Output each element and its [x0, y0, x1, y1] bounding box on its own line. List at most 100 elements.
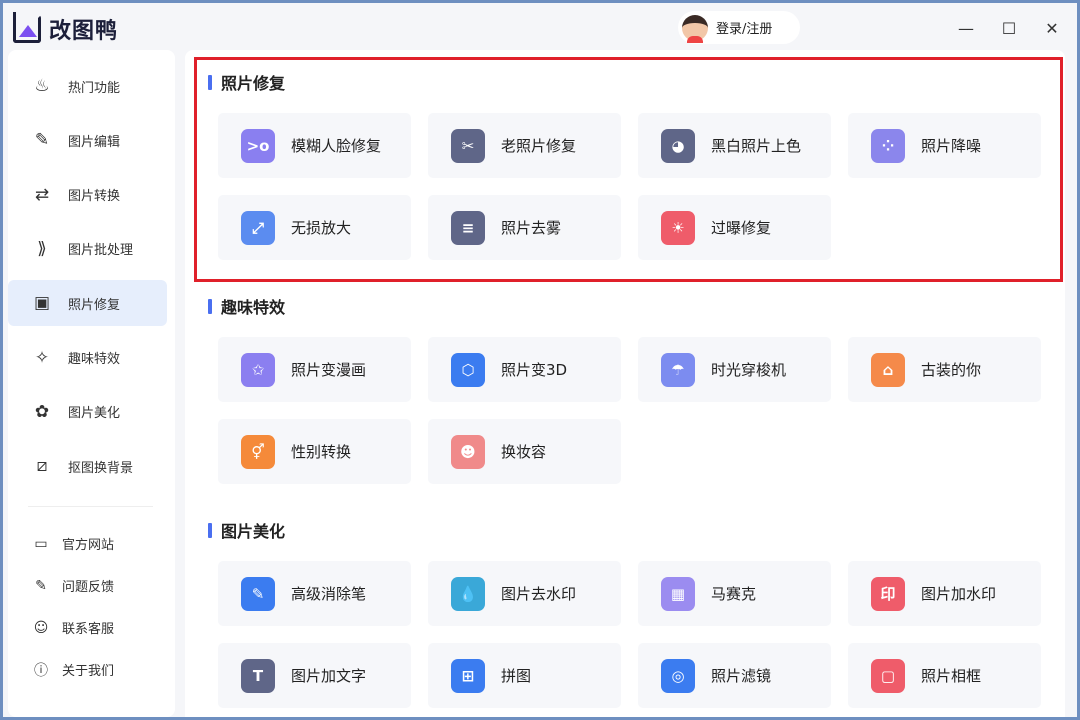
- feature-icon: ⌂: [871, 353, 905, 387]
- main-content: 照片修复>o模糊人脸修复✂老照片修复◕黑白照片上色⁘照片降噪⤢无损放大≡照片去雾…: [185, 50, 1065, 717]
- feature-icon: ⊞: [451, 659, 485, 693]
- feature-label: 老照片修复: [501, 135, 576, 156]
- feature-icon: ◕: [661, 129, 695, 163]
- info-icon: ⓘ: [32, 661, 50, 679]
- sidebar-link[interactable]: ✎ 问题反馈: [32, 576, 114, 595]
- sidebar-link[interactable]: ▭ 官方网站: [32, 534, 114, 553]
- app-title: 改图鸭: [49, 13, 118, 45]
- feature-icon: ⚥: [241, 435, 275, 469]
- feature-label: 时光穿梭机: [711, 359, 786, 380]
- sidebar-item-label: 抠图换背景: [68, 457, 133, 476]
- sidebar-link-label: 官方网站: [62, 534, 114, 553]
- feature-label: 高级消除笔: [291, 583, 366, 604]
- feature-card[interactable]: ☀过曝修复: [638, 195, 831, 260]
- feature-label: 性别转换: [291, 441, 351, 462]
- section-title: 图片美化: [208, 518, 285, 542]
- feature-card[interactable]: ⁘照片降噪: [848, 113, 1041, 178]
- feature-icon: ✂: [451, 129, 485, 163]
- feature-icon: ✩: [241, 353, 275, 387]
- feature-card[interactable]: ≡ 照片去雾: [428, 195, 621, 260]
- magic-wand-icon: ✧: [30, 346, 54, 370]
- feature-card[interactable]: ✂ 老照片修复: [428, 113, 621, 178]
- feedback-icon: ✎: [32, 577, 50, 595]
- sidebar-item[interactable]: ⟫图片批处理: [8, 226, 167, 272]
- app-window: 改图鸭 登录/注册 — ☐ ✕ ♨热门功能✎图片编辑⇄图片转换⟫图片批处理▣照片…: [3, 3, 1077, 717]
- app-logo: 改图鸭: [13, 13, 118, 45]
- sidebar-item[interactable]: ✎ 图片编辑: [8, 117, 167, 163]
- feature-label: 图片加文字: [291, 665, 366, 686]
- feature-label: 照片滤镜: [711, 665, 771, 686]
- feature-icon: ✎: [241, 577, 275, 611]
- feature-card[interactable]: 💧 图片去水印: [428, 561, 621, 626]
- feature-icon: ▦: [661, 577, 695, 611]
- feature-card[interactable]: ✩照片变漫画: [218, 337, 411, 402]
- monitor-icon: ▭: [32, 535, 50, 553]
- sidebar-item[interactable]: ♨热门功能: [8, 63, 167, 109]
- sidebar-divider: [28, 506, 153, 507]
- feature-card[interactable]: ◎ 照片滤镜: [638, 643, 831, 708]
- sidebar-item-label: 图片编辑: [68, 131, 120, 150]
- sidebar-link[interactable]: ☺ 联系客服: [32, 618, 114, 637]
- feature-card[interactable]: ▦ 马赛克: [638, 561, 831, 626]
- feature-card[interactable]: ⬡照片变3D: [428, 337, 621, 402]
- sidebar-item-label: 趣味特效: [68, 348, 120, 367]
- feature-icon: ⤢: [241, 211, 275, 245]
- maximize-button[interactable]: ☐: [996, 15, 1022, 41]
- support-icon: ☺: [32, 619, 50, 637]
- feature-card[interactable]: ⊞ 拼图: [428, 643, 621, 708]
- feature-icon: T: [241, 659, 275, 693]
- image-edit-icon: ✎: [30, 128, 54, 152]
- feature-icon: 印: [871, 577, 905, 611]
- feature-card[interactable]: ☂时光穿梭机: [638, 337, 831, 402]
- feature-card[interactable]: ⤢ 无损放大: [218, 195, 411, 260]
- sidebar-item-label: 热门功能: [68, 77, 120, 96]
- minimize-button[interactable]: —: [953, 15, 979, 41]
- feature-card[interactable]: T 图片加文字: [218, 643, 411, 708]
- cutout-icon: ⧄: [30, 454, 54, 478]
- section-title: 趣味特效: [208, 294, 285, 318]
- feature-label: 拼图: [501, 665, 531, 686]
- login-button[interactable]: 登录/注册: [678, 11, 800, 44]
- feature-label: 无损放大: [291, 217, 351, 238]
- feature-card[interactable]: ◕ 黑白照片上色: [638, 113, 831, 178]
- sidebar: ♨热门功能 ✎ 图片编辑 ⇄图片转换 ⟫图片批处理 ▣照片修复 ✧ 趣味特效 ✿图片美化 ⧄ 抠图换…: [8, 50, 175, 717]
- sidebar-link-label: 问题反馈: [62, 576, 114, 595]
- feature-icon: 💧: [451, 577, 485, 611]
- close-button[interactable]: ✕: [1039, 15, 1065, 41]
- sidebar-item[interactable]: ⧄ 抠图换背景: [8, 443, 167, 489]
- login-label: 登录/注册: [716, 18, 772, 37]
- feature-label: 照片去雾: [501, 217, 561, 238]
- feature-card[interactable]: ☻ 换妆容: [428, 419, 621, 484]
- sidebar-item[interactable]: ✿图片美化: [8, 389, 167, 435]
- feature-icon: ⁘: [871, 129, 905, 163]
- feature-card[interactable]: ▢ 照片相框: [848, 643, 1041, 708]
- feature-icon: ◎: [661, 659, 695, 693]
- feature-card[interactable]: 印图片加水印: [848, 561, 1041, 626]
- feature-label: 马赛克: [711, 583, 756, 604]
- feature-icon: ▢: [871, 659, 905, 693]
- feature-label: 图片去水印: [501, 583, 576, 604]
- feature-icon: ☻: [451, 435, 485, 469]
- feature-label: 照片相框: [921, 665, 981, 686]
- sidebar-item[interactable]: ▣照片修复: [8, 280, 167, 326]
- feature-icon: ☀: [661, 211, 695, 245]
- sidebar-item-label: 图片美化: [68, 402, 120, 421]
- feature-icon: ⬡: [451, 353, 485, 387]
- feature-card[interactable]: ⚥ 性别转换: [218, 419, 411, 484]
- feature-icon: >o: [241, 129, 275, 163]
- feature-label: 古装的你: [921, 359, 981, 380]
- sidebar-link-label: 关于我们: [62, 660, 114, 679]
- avatar: [682, 15, 708, 41]
- photo-repair-icon: ▣: [30, 291, 54, 315]
- sidebar-link-label: 联系客服: [62, 618, 114, 637]
- feature-icon: ≡: [451, 211, 485, 245]
- sidebar-item[interactable]: ✧ 趣味特效: [8, 335, 167, 381]
- feature-card[interactable]: ✎ 高级消除笔: [218, 561, 411, 626]
- sidebar-link[interactable]: ⓘ 关于我们: [32, 660, 114, 679]
- feature-label: 换妆容: [501, 441, 546, 462]
- feature-label: 黑白照片上色: [711, 135, 801, 156]
- feature-card[interactable]: >o模糊人脸修复: [218, 113, 411, 178]
- feature-card[interactable]: ⌂ 古装的你: [848, 337, 1041, 402]
- feature-label: 图片加水印: [921, 583, 996, 604]
- sidebar-item[interactable]: ⇄图片转换: [8, 172, 167, 218]
